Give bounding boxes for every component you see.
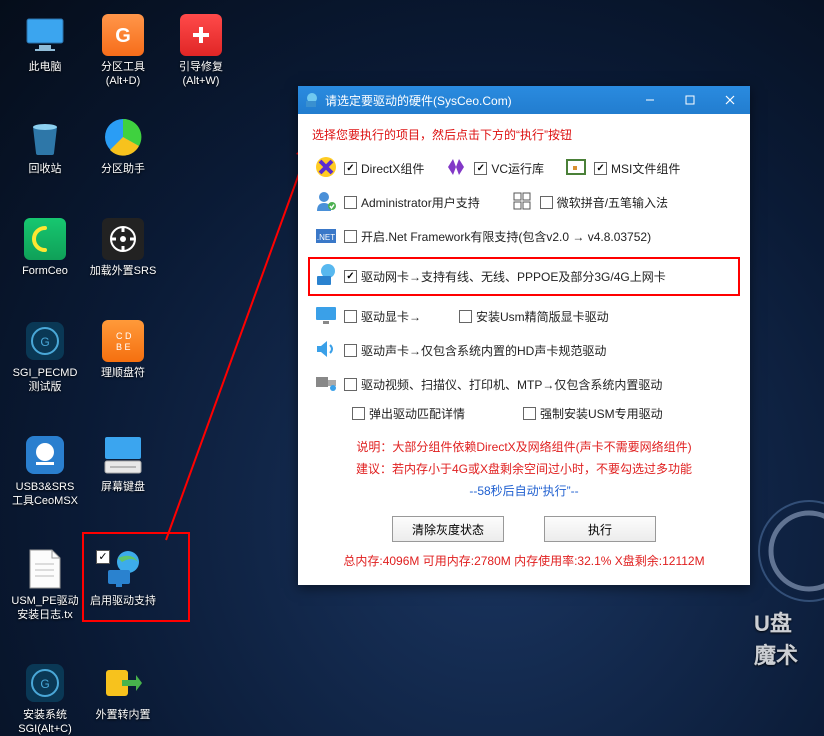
network-icon: [312, 263, 340, 290]
label-display: 驱动显卡→: [361, 308, 421, 325]
checkbox-force-usm[interactable]: [523, 407, 536, 420]
label-admin: Administrator用户支持: [361, 194, 480, 211]
svg-text:G: G: [40, 677, 49, 691]
label-ime: 微软拼音/五笔输入法: [557, 194, 668, 211]
label-network: 驱动网卡→支持有线、无线、PPPOE及部分3G/4G上网卡: [361, 268, 666, 285]
instruction-text: 选择您要执行的项目，然后点击下方的“执行”按钮: [312, 126, 736, 143]
svg-text:.NET: .NET: [317, 233, 335, 242]
highlight-desktop-icon: [82, 532, 190, 622]
directx-icon: [312, 155, 340, 182]
desktop-label: 分区工具(Alt+D): [88, 60, 158, 88]
checkbox-vc[interactable]: [474, 162, 487, 175]
label-vc: VC运行库: [491, 160, 544, 177]
desktop-partition-tool[interactable]: G 分区工具(Alt+D): [88, 14, 158, 88]
desktop-label: 理顺盘符: [88, 366, 158, 380]
admin-icon: [312, 189, 340, 216]
peripheral-icon: [312, 371, 340, 398]
label-dotnet: 开启.Net Framework有限支持(包含v2.0 → v4.8.03752…: [361, 228, 651, 245]
close-button[interactable]: [710, 86, 750, 114]
desktop-label: 回收站: [10, 162, 80, 176]
label-popup-detail: 弹出驱动匹配详情: [369, 405, 465, 422]
desktop-label: SGI_PECMD测试版: [10, 366, 80, 394]
desktop-onscreen-kbd[interactable]: 屏幕键盘: [88, 434, 158, 494]
label-peripheral: 驱动视频、扫描仪、打印机、MTP→仅包含系统内置驱动: [361, 376, 662, 393]
desktop-label: 加载外置SRS: [88, 264, 158, 278]
countdown: --58秒后自动“执行”--: [312, 480, 736, 502]
desktop-label: 屏幕键盘: [88, 480, 158, 494]
desktop-usb3-srs[interactable]: USB3&SRS工具CeoMSX: [10, 434, 80, 508]
minimize-button[interactable]: [630, 86, 670, 114]
vc-icon: [442, 156, 470, 181]
dialog-title: 请选定要驱动的硬件(SysCeo.Com): [325, 92, 630, 109]
highlight-network-row: 驱动网卡→支持有线、无线、PPPOE及部分3G/4G上网卡: [308, 257, 740, 296]
desktop-boot-repair[interactable]: 引导修复(Alt+W): [166, 14, 236, 88]
checkbox-dotnet[interactable]: [344, 230, 357, 243]
label-directx: DirectX组件: [361, 160, 424, 177]
desktop-install-sgi[interactable]: G 安装系统SGI(Alt+C): [10, 662, 80, 736]
label-force-usm: 强制安装USM专用驱动: [540, 405, 663, 422]
desktop-label: 引导修复(Alt+W): [166, 60, 236, 88]
desktop-sgi-pecmd[interactable]: G SGI_PECMD测试版: [10, 320, 80, 394]
clear-gray-button[interactable]: 清除灰度状态: [392, 516, 504, 542]
display-icon: [312, 303, 340, 330]
status-line: 总内存:4096M 可用内存:2780M 内存使用率:32.1% X盘剩余:12…: [312, 552, 736, 569]
desktop-usm-log[interactable]: USM_PE驱动安装日志.tx: [10, 548, 80, 622]
msi-icon: [562, 156, 590, 181]
checkbox-audio[interactable]: [344, 344, 357, 357]
desktop-this-pc[interactable]: 此电脑: [10, 14, 80, 74]
desktop-label: 外置转内置: [88, 708, 158, 722]
maximize-button[interactable]: [670, 86, 710, 114]
svg-text:C D: C D: [116, 331, 132, 341]
desktop-label: 分区助手: [88, 162, 158, 176]
driver-dialog: 请选定要驱动的硬件(SysCeo.Com) 选择您要执行的项目，然后点击下方的“…: [298, 86, 750, 585]
desktop-label: FormCeo: [10, 264, 80, 278]
checkbox-ime[interactable]: [540, 196, 553, 209]
desktop-label: 安装系统SGI(Alt+C): [10, 708, 80, 736]
dotnet-icon: .NET: [312, 223, 340, 250]
desktop-load-srs[interactable]: 加载外置SRS: [88, 218, 158, 278]
checkbox-msi[interactable]: [594, 162, 607, 175]
checkbox-popup-detail[interactable]: [352, 407, 365, 420]
label-msi: MSI文件组件: [611, 160, 680, 177]
desktop-recycle[interactable]: 回收站: [10, 116, 80, 176]
checkbox-usm-display[interactable]: [459, 310, 472, 323]
desktop-label: 此电脑: [10, 60, 80, 74]
svg-text:G: G: [115, 25, 131, 47]
run-button[interactable]: 执行: [544, 516, 656, 542]
checkbox-network[interactable]: [344, 270, 357, 283]
notes: 说明：大部分组件依赖DirectX及网络组件(声卡不需要网络组件) 建议：若内存…: [312, 436, 736, 502]
desktop-formceo[interactable]: FormCeo: [10, 218, 80, 278]
checkbox-display[interactable]: [344, 310, 357, 323]
svg-text:G: G: [40, 335, 49, 349]
label-audio: 驱动声卡→仅包含系统内置的HD声卡规范驱动: [361, 342, 606, 359]
label-usm-display: 安装Usm精简版显卡驱动: [476, 308, 609, 325]
desktop-partition-assist[interactable]: 分区助手: [88, 116, 158, 176]
titlebar[interactable]: 请选定要驱动的硬件(SysCeo.Com): [298, 86, 750, 114]
desktop-label: USM_PE驱动安装日志.tx: [10, 594, 80, 622]
svg-text:B E: B E: [116, 342, 131, 352]
checkbox-admin[interactable]: [344, 196, 357, 209]
checkbox-peripheral[interactable]: [344, 378, 357, 391]
desktop-ext-to-int[interactable]: 外置转内置: [88, 662, 158, 722]
note2: 建议：若内存小于4G或X盘剩余空间过小时，不要勾选过多功能: [312, 458, 736, 480]
desktop-reorder-drives[interactable]: C DB E 理顺盘符: [88, 320, 158, 380]
desktop-label: USB3&SRS工具CeoMSX: [10, 480, 80, 508]
bg-watermark: U盘魔术: [754, 496, 824, 696]
audio-icon: [312, 337, 340, 364]
note1: 说明：大部分组件依赖DirectX及网络组件(声卡不需要网络组件): [312, 436, 736, 458]
app-icon: [304, 92, 320, 108]
checkbox-directx[interactable]: [344, 162, 357, 175]
ime-icon: [508, 190, 536, 215]
